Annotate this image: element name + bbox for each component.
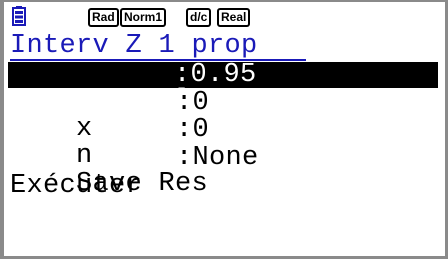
page-title: Interv Z 1 prop [10, 31, 258, 61]
field-save-res[interactable]: Save Res:None [10, 143, 436, 198]
execute-button[interactable]: Exécuter [10, 173, 436, 200]
complex-mode-indicator: Real [217, 8, 251, 27]
screen-frame-top [0, 0, 448, 2]
screen-frame-left [0, 0, 4, 259]
field-value: :None [176, 143, 259, 173]
field-value: :0 [176, 115, 210, 145]
angle-mode-indicator: Rad [88, 8, 119, 27]
field-value: :0.95 [174, 60, 257, 90]
calculator-screen: Rad Norm1 d/c Real Interv Z 1 prop C-Lev… [0, 0, 448, 259]
display-mode-indicator: Norm1 [120, 8, 167, 27]
field-value: :0 [176, 88, 210, 118]
field-x[interactable]: x:0 [10, 88, 436, 143]
field-n[interactable]: n:0 [10, 115, 436, 170]
status-bar: Rad Norm1 d/c Real [8, 4, 438, 28]
field-c-level[interactable]: C-Level:0.95 [8, 60, 438, 115]
battery-icon [12, 6, 26, 26]
fraction-mode-indicator: d/c [186, 8, 212, 27]
title-underline [10, 59, 306, 61]
